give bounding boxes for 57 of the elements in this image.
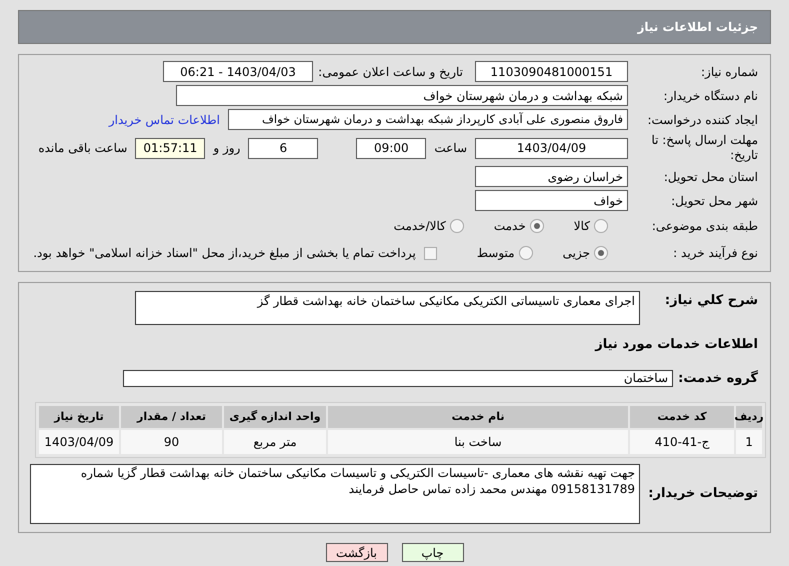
radio-label: کالا	[574, 218, 590, 235]
buyer-contact-link[interactable]: اطلاعات تماس خریدار	[108, 110, 220, 128]
field-label: تاریخ و ساعت اعلان عمومی:	[317, 64, 463, 80]
radio-label: متوسط	[476, 245, 515, 262]
table-cell: 90	[121, 430, 222, 454]
time-label: ساعت	[434, 140, 467, 157]
payment-checkbox[interactable]	[424, 246, 437, 260]
field-label: ایجاد کننده درخواست:	[646, 112, 758, 128]
days-field: 6	[248, 138, 318, 158]
radio-button[interactable]	[530, 219, 544, 233]
field-label: مهلت ارسال پاسخ: تا تاریخ:	[650, 133, 758, 163]
requester-field: فاروق منصوری علی آبادی کارپرداز شبکه بهداشت و درمان شهرستان خواف	[228, 109, 628, 130]
print-button[interactable]: چاپ	[402, 543, 464, 562]
field-label: گروه خدمت:	[677, 369, 758, 388]
payment-note: پرداخت تمام یا بخشی از مبلغ خرید،از محل "اسناد خزانه اسلامی" خواهد بود.	[33, 245, 416, 262]
field-label: نام دستگاه خریدار:	[662, 88, 758, 104]
summary-field: اجرای معماری تاسیساتی الکتریکی مکانیکی ساختمان خانه بهداشت قطار گز	[135, 291, 640, 325]
days-label: روز و	[213, 140, 240, 157]
buyer-org-field: شبکه بهداشت و درمان شهرستان خواف	[176, 85, 628, 106]
table-cell: ساخت بنا	[328, 430, 628, 454]
radio-label: کالا/خدمت	[394, 218, 446, 235]
radio-button[interactable]	[518, 246, 533, 260]
column-header: کد خدمت	[630, 406, 734, 428]
buyer-notes-field: جهت تهیه نقشه های معماری -تاسیسات الکتریکی و تاسیسات مکانیکی ساختمان خانه بهداشت قطار گزیا شماره 09158131789 مهندس محمد زاده تماس حاصل فرمایند	[30, 464, 640, 524]
field-label: شرح کلي نياز:	[664, 292, 758, 310]
column-header: واحد اندازه گیری	[224, 406, 326, 428]
column-header: تاریخ نیاز	[39, 406, 119, 428]
column-header: ردیف	[736, 406, 762, 428]
table-cell: ج-41-410	[630, 430, 734, 454]
field-label: استان محل تحویل:	[662, 168, 758, 186]
table-cell: 1	[736, 430, 762, 454]
deadline-date-field: 1403/04/09	[475, 138, 628, 158]
service-group-field: ساختمان	[123, 370, 673, 387]
back-button[interactable]: بازگشت	[326, 543, 388, 562]
radio-button[interactable]	[594, 246, 608, 260]
section-heading: اطلاعات خدمات مورد نیاز	[594, 336, 758, 354]
province-field: خراسان رضوی	[475, 166, 628, 187]
deadline-time-field: 09:00	[356, 138, 426, 158]
field-label: طبقه بندی موضوعی:	[650, 218, 758, 235]
table-cell: 1403/04/09	[39, 430, 119, 454]
page-header: جزئیات اطلاعات نیاز	[18, 10, 771, 44]
remaining-time-field: 01:57:11	[135, 138, 206, 158]
city-field: خواف	[475, 190, 628, 211]
column-header: تعداد / مقدار	[121, 406, 222, 428]
table-cell: متر مربع	[224, 430, 326, 454]
field-label: نوع فرآیند خرید :	[672, 245, 758, 262]
radio-label: خدمت	[494, 218, 526, 235]
radio-button[interactable]	[594, 219, 608, 233]
field-label: شهر محل تحویل:	[670, 192, 758, 210]
remaining-label: ساعت باقی مانده	[38, 140, 128, 157]
column-header: نام خدمت	[328, 406, 628, 428]
announce-date-field: 1403/04/03 - 06:21	[163, 61, 313, 82]
radio-label: جزیی	[562, 245, 590, 262]
need-number-field: 1103090481000151	[475, 61, 628, 82]
field-label: توضیحات خریدار:	[647, 485, 758, 504]
field-label: شماره نیاز:	[700, 64, 758, 80]
radio-button[interactable]	[450, 219, 464, 233]
